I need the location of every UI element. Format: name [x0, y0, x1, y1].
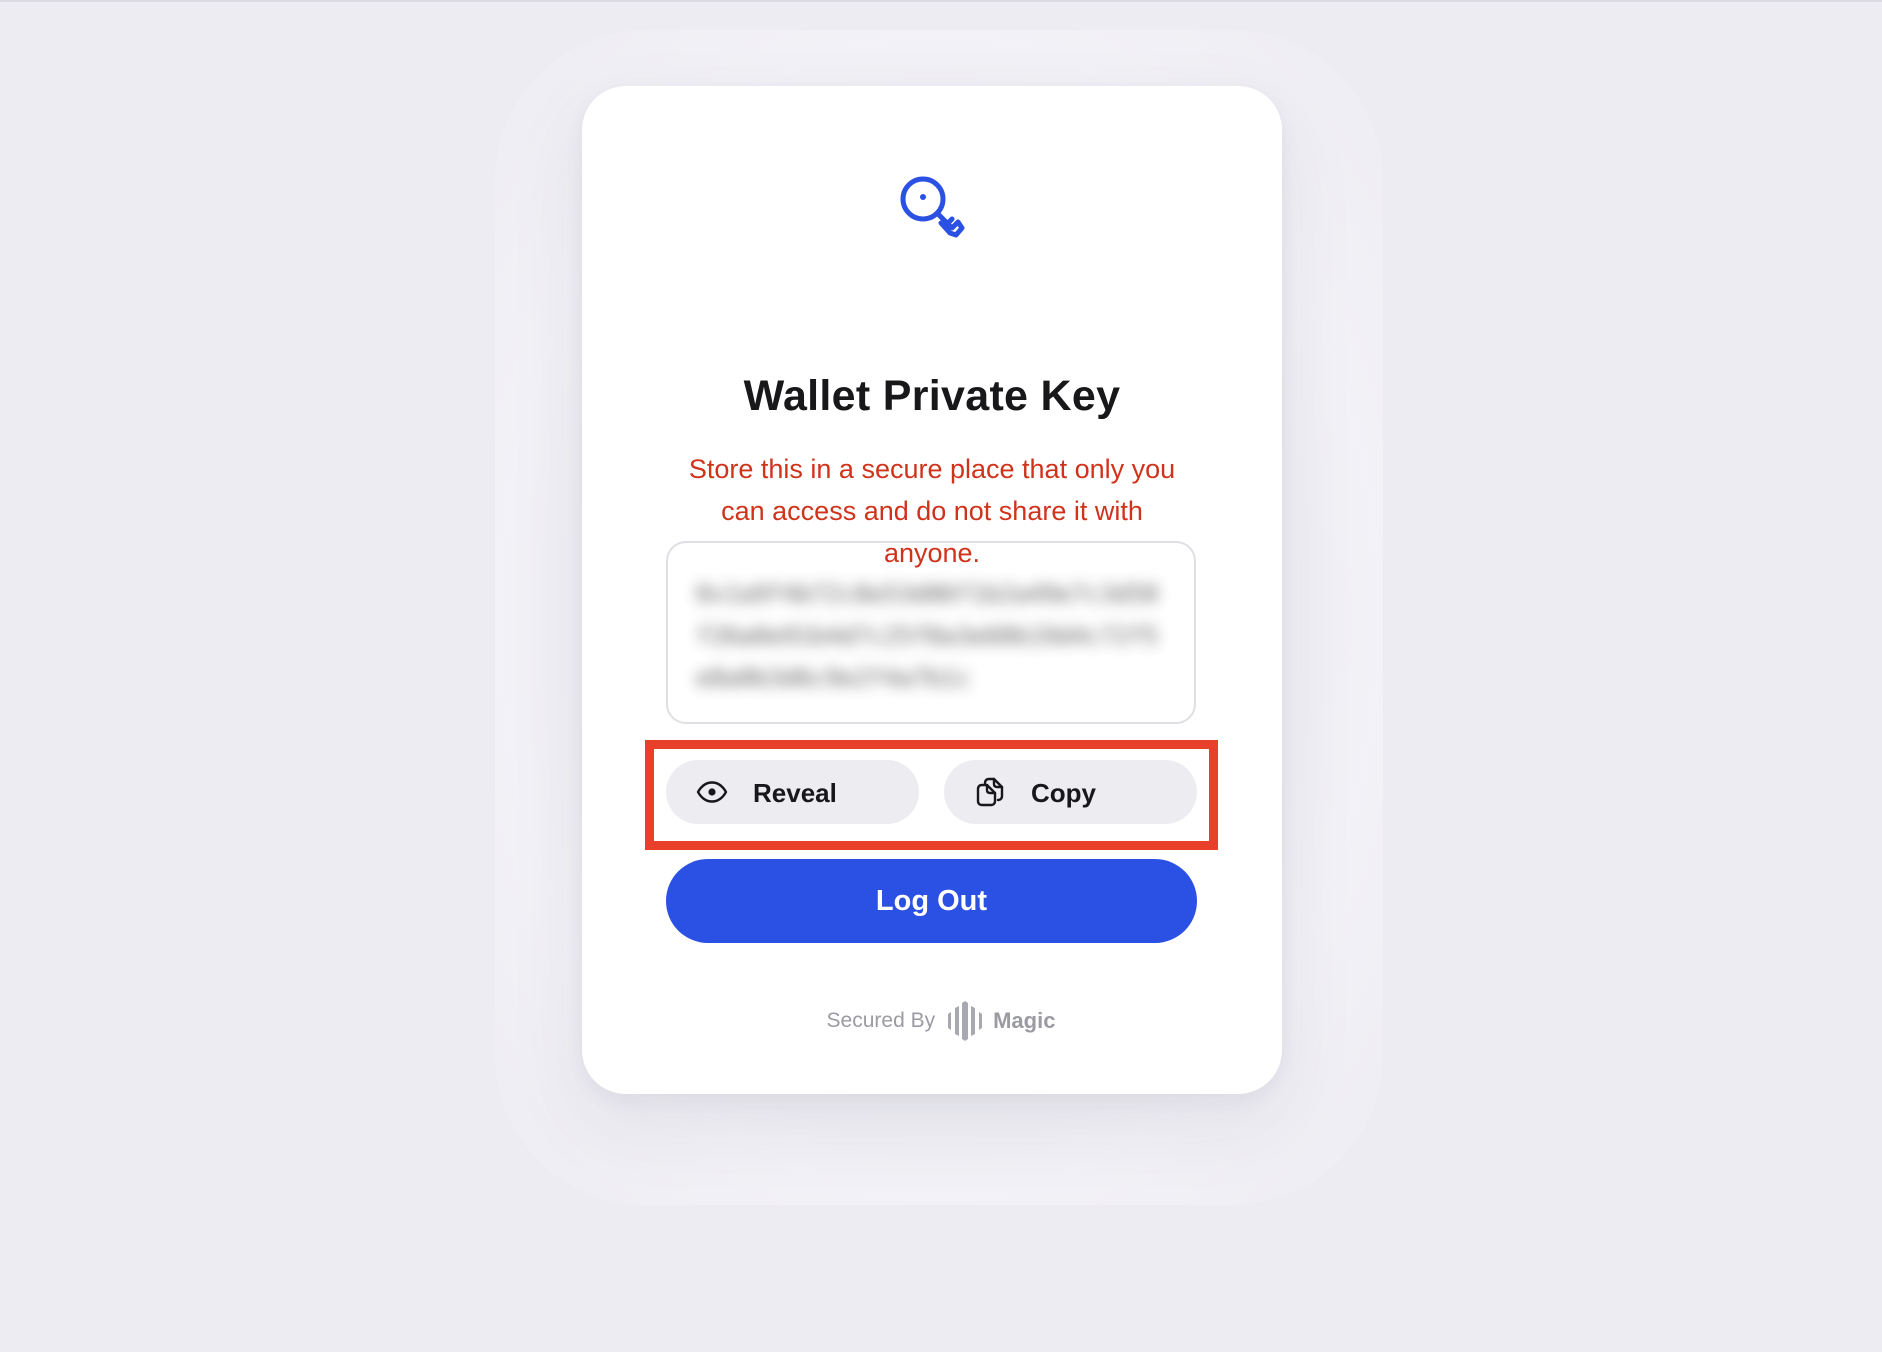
- magic-brand-name: Magic: [993, 1008, 1056, 1033]
- top-divider: [0, 0, 1882, 2]
- logout-button[interactable]: Log Out: [666, 859, 1197, 943]
- magic-logo-icon: [947, 1001, 983, 1041]
- reveal-button[interactable]: Reveal: [666, 760, 919, 824]
- private-key-value: 0x1a9f4b72c8e53d06f1b2a49e7c3d58f26a0e91…: [696, 580, 1159, 692]
- eye-icon: [696, 776, 728, 808]
- copy-icon: [974, 776, 1006, 808]
- copy-label: Copy: [1031, 778, 1096, 808]
- copy-button[interactable]: Copy: [944, 760, 1197, 824]
- key-icon: [892, 168, 972, 248]
- private-key-field[interactable]: 0x1a9f4b72c8e53d06f1b2a49e7c3d58f26a0e91…: [666, 541, 1196, 724]
- secured-by-text: Secured By: [826, 1009, 936, 1032]
- page-title: Wallet Private Key: [743, 372, 1121, 420]
- secured-by-footer: Secured By Magic: [0, 1001, 1882, 1041]
- reveal-label: Reveal: [753, 778, 837, 808]
